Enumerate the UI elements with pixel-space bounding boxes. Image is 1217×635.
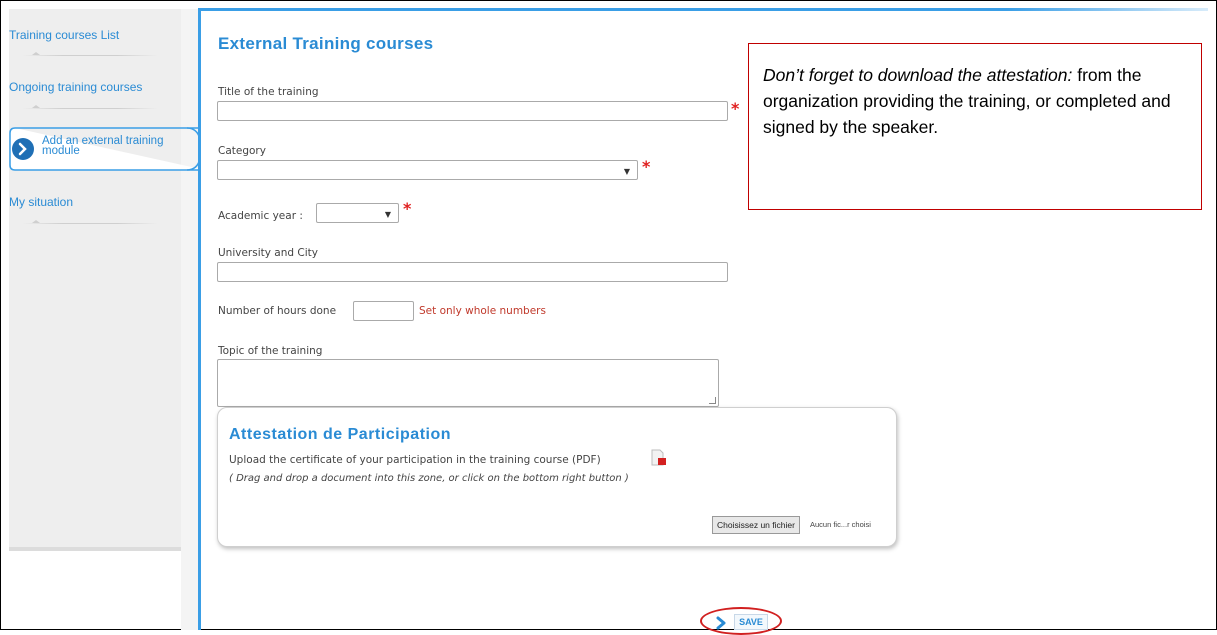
main-top-border [198, 8, 1208, 11]
nav-separator [22, 220, 158, 224]
save-highlight: SAVE [700, 607, 782, 635]
academic-year-select[interactable]: ▼ [316, 203, 399, 223]
main-left-border [198, 9, 201, 630]
upload-hint: ( Drag and drop a document into this zon… [229, 473, 629, 484]
university-city-input[interactable] [217, 262, 728, 282]
sidebar-item-training-courses-list[interactable]: Training courses List [9, 28, 119, 42]
chevron-right-icon [714, 615, 728, 630]
required-asterisk: * [731, 99, 740, 118]
sidebar-item-my-situation[interactable]: My situation [9, 195, 73, 209]
academic-year-label: Academic year : [218, 210, 303, 222]
upload-description: Upload the certificate of your participa… [229, 454, 601, 466]
sidebar-item-label: Add an external training module [42, 135, 164, 157]
sidebar-item-ongoing-training[interactable]: Ongoing training courses [9, 80, 142, 94]
dropdown-arrow-icon: ▼ [623, 167, 630, 176]
category-label: Category [218, 145, 266, 157]
sidebar-gutter [181, 9, 198, 630]
nav-separator [22, 105, 158, 109]
hours-hint: Set only whole numbers [419, 305, 546, 317]
hours-label: Number of hours done [218, 305, 337, 317]
save-button[interactable]: SAVE [734, 614, 768, 630]
chevron-right-icon [12, 138, 34, 160]
choose-file-button[interactable]: Choisissez un fichier [712, 516, 800, 534]
page-title: External Training courses [218, 34, 434, 53]
topic-label: Topic of the training [218, 345, 323, 357]
title-label: Title of the training [218, 86, 319, 98]
topic-textarea[interactable] [217, 359, 719, 407]
required-asterisk: * [403, 199, 412, 218]
training-title-input[interactable] [217, 101, 728, 121]
university-label: University and City [218, 247, 318, 259]
callout-italic: Don’t forget to download the attestation… [763, 65, 1073, 85]
callout-box: Don’t forget to download the attestation… [748, 43, 1202, 210]
pdf-icon [651, 449, 667, 467]
dropdown-arrow-icon: ▼ [384, 210, 391, 219]
category-select[interactable]: ▼ [217, 160, 638, 180]
sidebar-shadow [9, 547, 181, 551]
nav-separator [22, 52, 158, 56]
resize-handle[interactable] [709, 397, 716, 404]
callout-text: Don’t forget to download the attestation… [763, 62, 1193, 140]
required-asterisk: * [642, 157, 651, 176]
file-status: Aucun fic...r choisi [810, 520, 871, 529]
upload-dropzone[interactable]: Attestation de Participation Upload the … [217, 407, 897, 547]
sidebar-item-add-external-module[interactable]: Add an external training module [9, 127, 201, 171]
hours-input[interactable] [353, 301, 414, 321]
upload-title: Attestation de Participation [229, 426, 452, 443]
